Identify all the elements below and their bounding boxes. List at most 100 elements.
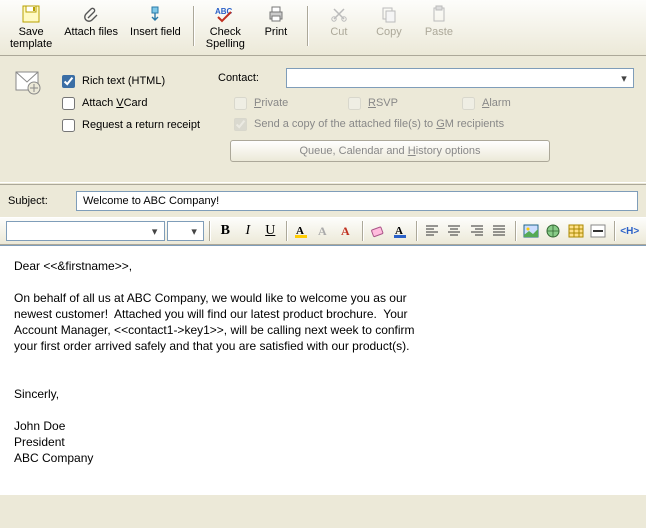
highlight-icon: A <box>294 223 310 239</box>
chevron-down-icon: ▾ <box>148 224 162 238</box>
scissors-icon <box>329 4 349 24</box>
copy-label: Copy <box>376 26 402 38</box>
chevron-down-icon: ▾ <box>617 71 631 85</box>
subject-label: Subject: <box>8 195 68 207</box>
attach-vcard-checkbox[interactable]: Attach VCard <box>58 92 218 114</box>
return-receipt-input[interactable] <box>62 119 75 132</box>
abc-check-icon: ABC <box>215 4 235 24</box>
align-right-button[interactable] <box>467 220 487 242</box>
format-separator <box>286 221 287 241</box>
svg-text:ABC: ABC <box>215 7 233 16</box>
contact-label: Contact: <box>218 72 278 84</box>
check-spelling-button[interactable]: ABC CheckSpelling <box>200 2 251 54</box>
toolbar-separator <box>307 6 308 46</box>
return-receipt-checkbox[interactable]: Request a return receipt <box>58 114 218 136</box>
align-center-button[interactable] <box>444 220 464 242</box>
copy-icon <box>379 4 399 24</box>
image-icon <box>523 223 539 239</box>
font-color-disabled-button[interactable]: A <box>314 220 334 242</box>
format-separator <box>416 221 417 241</box>
align-justify-icon <box>491 223 507 239</box>
insert-link-button[interactable] <box>543 220 563 242</box>
align-left-button[interactable] <box>422 220 442 242</box>
alarm-input[interactable] <box>462 97 475 110</box>
paperclip-icon <box>81 4 101 24</box>
queue-label: Queue, Calendar and History options <box>299 145 480 157</box>
rich-text-input[interactable] <box>62 75 75 88</box>
private-label: Private <box>254 97 288 109</box>
svg-text:A: A <box>341 224 350 238</box>
printer-icon <box>266 4 286 24</box>
save-template-button[interactable]: Savetemplate <box>4 2 58 54</box>
send-copy-checkbox[interactable]: Send a copy of the attached file(s) to G… <box>218 114 634 134</box>
private-checkbox[interactable]: Private <box>230 94 340 113</box>
cut-button[interactable]: Cut <box>314 2 364 54</box>
format-toolbar: ▾ ▾ B I U A A A A <H> <box>0 217 646 245</box>
copy-button[interactable]: Copy <box>364 2 414 54</box>
font-color-icon: A <box>339 223 355 239</box>
rich-text-label: Rich text (HTML) <box>82 75 165 87</box>
subject-input[interactable] <box>76 191 638 211</box>
attach-vcard-label: Attach VCard <box>82 97 147 109</box>
save-template-label: Savetemplate <box>10 26 52 50</box>
format-separator <box>515 221 516 241</box>
return-receipt-label: Request a return receipt <box>82 119 200 131</box>
clear-format-button[interactable] <box>368 220 388 242</box>
print-button[interactable]: Print <box>251 2 301 54</box>
font-color-a-icon: A <box>393 223 409 239</box>
globe-link-icon <box>545 223 561 239</box>
main-toolbar: Savetemplate Attach files Insert field A… <box>0 0 646 56</box>
rsvp-checkbox[interactable]: RSVP <box>344 94 454 113</box>
chevron-down-icon: ▾ <box>187 224 201 238</box>
font-color-underline-button[interactable]: A <box>390 220 410 242</box>
insert-image-button[interactable] <box>521 220 541 242</box>
print-label: Print <box>265 26 288 38</box>
font-family-dropdown[interactable]: ▾ <box>6 221 165 241</box>
font-color-button[interactable]: A <box>336 220 356 242</box>
font-color-gray-icon: A <box>316 223 332 239</box>
send-copy-input[interactable] <box>234 118 247 131</box>
contact-dropdown[interactable]: ▾ <box>286 68 634 88</box>
align-justify-button[interactable] <box>489 220 509 242</box>
format-separator <box>362 221 363 241</box>
format-separator <box>209 221 210 241</box>
email-body-editor[interactable]: Dear <<&firstname>>, On behalf of all us… <box>0 245 646 495</box>
italic-button[interactable]: I <box>238 220 258 242</box>
template-icon <box>8 66 58 162</box>
align-center-icon <box>446 223 462 239</box>
rsvp-input[interactable] <box>348 97 361 110</box>
html-source-button[interactable]: <H> <box>620 220 640 242</box>
bold-button[interactable]: B <box>215 220 235 242</box>
floppy-icon <box>21 4 41 24</box>
paste-label: Paste <box>425 26 453 38</box>
subject-row: Subject: <box>0 185 646 217</box>
underline-button[interactable]: U <box>260 220 280 242</box>
font-size-dropdown[interactable]: ▾ <box>167 221 205 241</box>
align-right-icon <box>469 223 485 239</box>
insert-field-icon <box>145 4 165 24</box>
insert-field-button[interactable]: Insert field <box>124 2 187 54</box>
rich-text-checkbox[interactable]: Rich text (HTML) <box>58 70 218 92</box>
alarm-label: Alarm <box>482 97 511 109</box>
attach-files-button[interactable]: Attach files <box>58 2 124 54</box>
private-input[interactable] <box>234 97 247 110</box>
attach-files-label: Attach files <box>64 26 118 38</box>
hr-icon <box>590 223 606 239</box>
highlight-color-button[interactable]: A <box>291 220 311 242</box>
format-separator <box>614 221 615 241</box>
contact-options: Contact: ▾ Private RSVP Alarm Send a cop… <box>218 66 638 162</box>
insert-table-button[interactable] <box>566 220 586 242</box>
attach-vcard-input[interactable] <box>62 97 75 110</box>
table-icon <box>568 223 584 239</box>
send-copy-label: Send a copy of the attached file(s) to G… <box>254 118 504 130</box>
paste-icon <box>429 4 449 24</box>
options-panel: Rich text (HTML) Attach VCard Request a … <box>0 56 646 182</box>
rsvp-label: RSVP <box>368 97 398 109</box>
insert-hr-button[interactable] <box>588 220 608 242</box>
cut-label: Cut <box>330 26 347 38</box>
eraser-icon <box>370 223 386 239</box>
alarm-checkbox[interactable]: Alarm <box>458 94 568 113</box>
queue-calendar-history-button[interactable]: Queue, Calendar and History options <box>230 140 550 162</box>
paste-button[interactable]: Paste <box>414 2 464 54</box>
toolbar-separator <box>193 6 194 46</box>
